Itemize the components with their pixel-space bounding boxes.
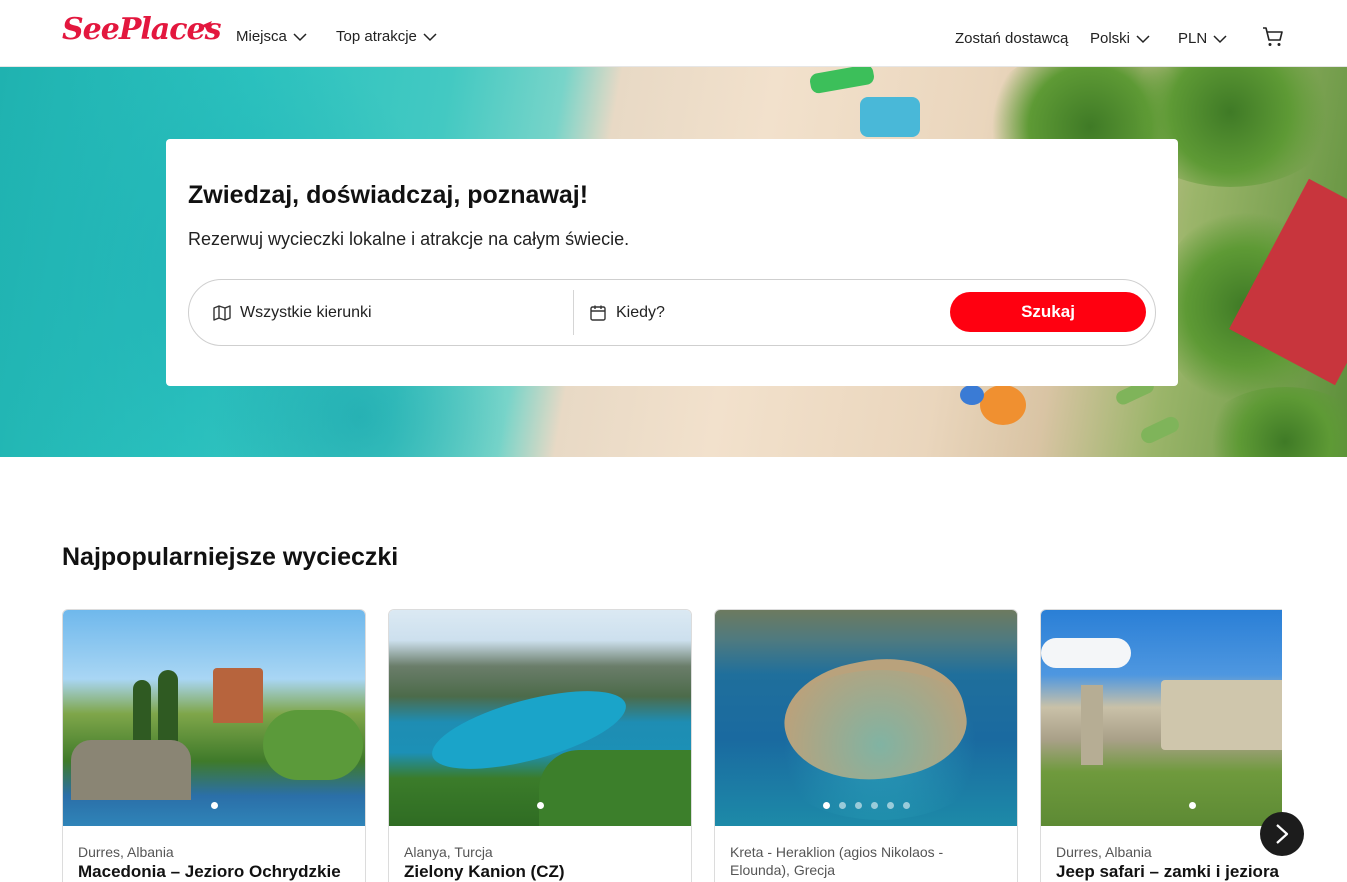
tour-image [389,610,691,826]
carousel-next-button[interactable] [1260,812,1304,856]
pedal-boat [860,97,920,137]
hero-banner: Zwiedzaj, doświadczaj, poznawaj! Rezerwu… [0,67,1347,457]
currency-label: PLN [1178,30,1208,47]
tour-image [715,610,1017,826]
destination-placeholder: Wszystkie kierunki [240,303,372,321]
search-divider [573,290,574,335]
nav-places[interactable]: Miejsca [236,28,307,45]
date-placeholder: Kiedy? [616,303,665,321]
tour-card[interactable]: Alanya, Turcja Zielony Kanion (CZ) [388,609,692,882]
hero-subtitle: Rezerwuj wycieczki lokalne i atrakcje na… [188,229,630,249]
destination-field[interactable]: Wszystkie kierunki [213,280,563,345]
nav-places-label: Miejsca [236,28,287,45]
tour-location: Alanya, Turcja [404,844,493,860]
beach-umbrella [980,385,1026,425]
nav-top-attractions-label: Top atrakcje [336,28,417,45]
beach-umbrella [960,385,984,405]
seeplaces-logo[interactable]: SeePlaces [62,12,221,47]
hero-title: Zwiedzaj, doświadczaj, poznawaj! [188,181,589,209]
tour-title: Macedonia – Jezioro Ochrydzkie [78,862,341,881]
tour-card[interactable]: Durres, Albania Macedonia – Jezioro Ochr… [62,609,366,882]
language-label: Polski [1090,30,1131,47]
chevron-right-icon [1276,824,1289,844]
nav-top-attractions[interactable]: Top atrakcje [336,28,437,45]
search-button[interactable]: Szukaj [950,292,1146,332]
tour-image [1041,610,1282,826]
tours-carousel: Durres, Albania Macedonia – Jezioro Ochr… [62,609,1282,882]
section-title: Najpopularniejsze wycieczki [62,543,399,571]
chevron-down-icon [423,32,437,41]
tour-title: Jeep safari – zamki i jeziora [1056,862,1280,881]
logo-plane-icon [198,21,212,31]
chevron-down-icon [1213,34,1227,43]
tour-location: Kreta - Heraklion (agios Nikolaos - Elou… [730,844,944,878]
become-supplier-link[interactable]: Zostań dostawcą [955,30,1068,47]
tour-title: Zielony Kanion (CZ) [404,862,565,881]
search-card: Zwiedzaj, doświadczaj, poznawaj! Rezerwu… [166,139,1178,386]
chevron-down-icon [1136,34,1150,43]
become-supplier-label: Zostań dostawcą [955,30,1069,47]
tour-location: Durres, Albania [1056,844,1152,860]
cart-icon[interactable] [1262,26,1284,48]
image-pagination [389,802,691,809]
image-pagination [1041,802,1282,809]
sunbed [1138,414,1182,446]
map-icon [213,304,231,321]
currency-selector[interactable]: PLN [1178,30,1227,47]
calendar-icon [590,305,606,321]
kayak [808,67,876,95]
date-field[interactable]: Kiedy? [589,280,929,345]
chevron-down-icon [293,32,307,41]
top-header: SeePlaces Miejsca Top atrakcje Zostań do… [0,0,1347,67]
tour-card[interactable]: Durres, Albania Jeep safari – zamki i je… [1040,609,1282,882]
tour-card[interactable]: Kreta - Heraklion (agios Nikolaos - Elou… [714,609,1018,882]
tour-location: Durres, Albania [78,844,174,860]
search-bar: Wszystkie kierunki Kiedy? Szukaj [188,279,1156,346]
image-pagination [63,802,365,809]
language-selector[interactable]: Polski [1090,30,1150,47]
tour-image [63,610,365,826]
image-pagination [715,802,1017,809]
